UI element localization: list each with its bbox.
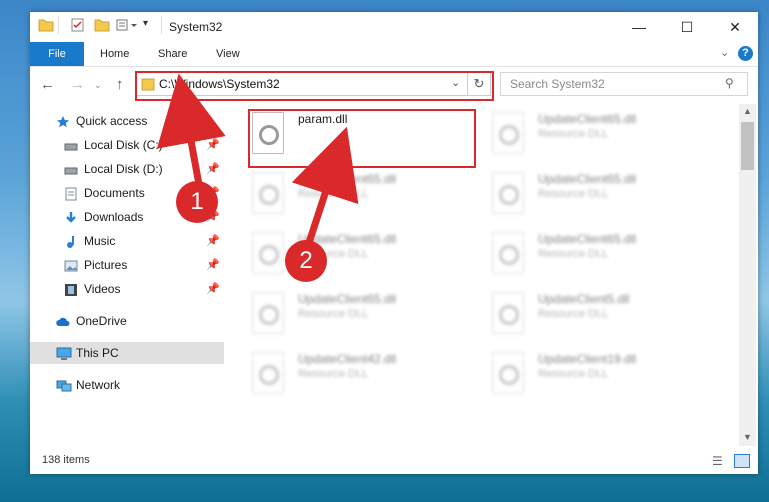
- step-1-badge: 1: [176, 181, 218, 223]
- arrow-to-address-bar: [156, 73, 226, 191]
- annotation-arrows: [156, 73, 359, 257]
- step-2-badge: 2: [285, 240, 327, 282]
